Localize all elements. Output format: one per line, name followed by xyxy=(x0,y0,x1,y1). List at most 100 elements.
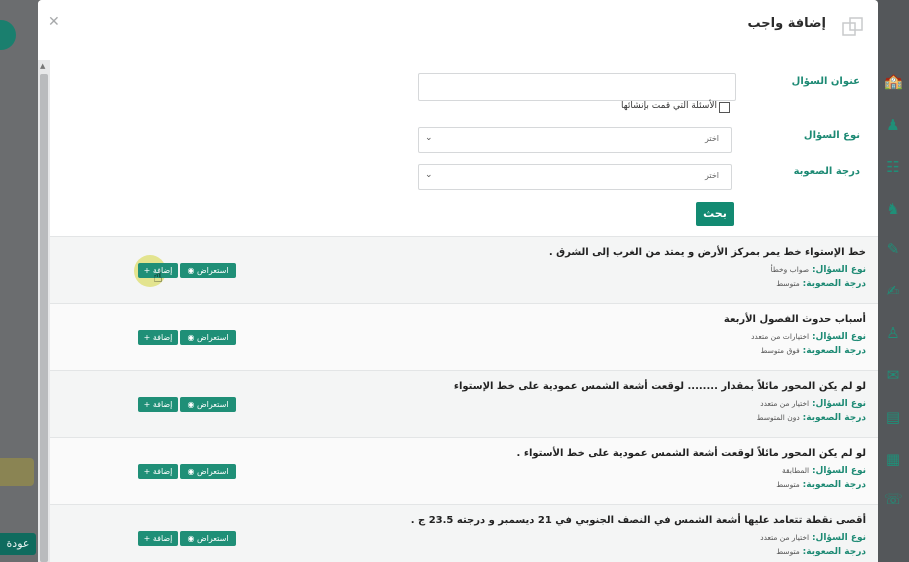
view-button-label: استعراض xyxy=(197,534,229,543)
copy-icon xyxy=(842,17,863,36)
eye-icon: ◉ xyxy=(187,266,195,275)
add-button[interactable]: + إضافة xyxy=(138,397,178,412)
scroll-up-icon[interactable]: ▲ xyxy=(40,62,45,70)
plus-icon: + xyxy=(143,467,151,476)
question-text: أسباب حدوث الفصول الأربعة xyxy=(723,314,866,325)
add-button[interactable]: + إضافة xyxy=(138,464,178,479)
meta-difficulty-key: درجة الصعوبة: xyxy=(802,547,866,557)
add-button-label: إضافة xyxy=(152,534,173,543)
view-button-label: استعراض xyxy=(197,467,229,476)
question-type-meta: نوع السؤال: اختيار من متعدد xyxy=(760,399,866,409)
view-button-label: استعراض xyxy=(197,333,229,342)
meta-difficulty-key: درجة الصعوبة: xyxy=(802,346,866,356)
meta-type-value: اختيار من متعدد xyxy=(760,533,810,542)
meta-type-key: نوع السؤال: xyxy=(811,466,866,476)
question-type-meta: نوع السؤال: اختيار من متعدد xyxy=(760,533,866,543)
cursor-icon: ☝ xyxy=(153,267,163,286)
modal-header: ✕ إضافة واجب xyxy=(38,0,878,61)
background-left-panel xyxy=(0,0,40,562)
meta-difficulty-value: فوق متوسط xyxy=(760,346,800,355)
chat-icon[interactable]: ✉ xyxy=(884,366,902,384)
modal-title: إضافة واجب xyxy=(747,16,827,31)
question-difficulty-meta: درجة الصعوبة: دون المتوسط xyxy=(757,413,866,423)
scrollbar[interactable]: ▲ xyxy=(38,60,50,562)
my-questions-checkbox-label: الأسئلة التي قمت بإنشائها xyxy=(621,101,717,111)
close-icon[interactable]: ✕ xyxy=(48,14,60,30)
question-type-meta: نوع السؤال: اختيارات من متعدد xyxy=(751,332,866,342)
my-questions-filter[interactable]: الأسئلة التي قمت بإنشائها xyxy=(618,101,730,115)
plus-icon: + xyxy=(143,333,151,342)
edit-note-icon[interactable]: ✍ xyxy=(884,282,902,300)
question-type-label: نوع السؤال xyxy=(803,130,860,141)
calendar-icon[interactable]: ▦ xyxy=(884,450,902,468)
meta-difficulty-value: متوسط xyxy=(776,279,800,288)
view-button[interactable]: ◉ استعراض xyxy=(180,397,236,412)
scroll-thumb[interactable] xyxy=(40,74,48,562)
plus-icon: + xyxy=(143,400,151,409)
add-button[interactable]: + إضافة xyxy=(138,531,178,546)
question-difficulty-meta: درجة الصعوبة: متوسط xyxy=(776,480,866,490)
eye-icon: ◉ xyxy=(187,400,195,409)
meta-type-value: اختيارات من متعدد xyxy=(751,332,810,341)
question-type-value: اختر xyxy=(705,134,719,143)
chevron-down-icon: ⌄ xyxy=(425,133,433,143)
question-title-label: عنوان السؤال xyxy=(791,76,860,87)
view-button[interactable]: ◉ استعراض xyxy=(180,464,236,479)
background-avatar xyxy=(0,20,16,50)
meta-type-key: نوع السؤال: xyxy=(811,265,866,275)
add-button-label: إضافة xyxy=(152,333,173,342)
bar-chart-icon[interactable]: ▤ xyxy=(884,408,902,426)
eye-icon: ◉ xyxy=(187,534,195,543)
add-button-label: إضافة xyxy=(152,467,173,476)
difficulty-select[interactable]: اختر ⌄ xyxy=(418,164,732,190)
meta-difficulty-value: متوسط xyxy=(776,480,800,489)
question-text: خط الإستواء خط يمر بمركز الأرض و يمتد من… xyxy=(548,247,866,258)
school-icon[interactable]: 🏫 xyxy=(884,72,903,90)
back-button[interactable]: عودة xyxy=(0,533,36,555)
meta-type-value: اختيار من متعدد xyxy=(760,399,810,408)
meta-type-key: نوع السؤال: xyxy=(811,533,866,543)
meta-difficulty-key: درجة الصعوبة: xyxy=(802,413,866,423)
question-row: أسباب حدوث الفصول الأربعة نوع السؤال: اخ… xyxy=(50,303,878,370)
question-text: لو لم يكن المحور مائلاً لوقعت أشعة الشمس… xyxy=(516,448,866,459)
question-difficulty-meta: درجة الصعوبة: متوسط xyxy=(776,279,866,289)
meta-difficulty-value: متوسط xyxy=(776,547,800,556)
difficulty-value: اختر xyxy=(705,171,719,180)
headset-icon[interactable]: ☏ xyxy=(884,490,903,508)
my-questions-checkbox[interactable] xyxy=(719,102,730,113)
plus-icon: + xyxy=(143,534,151,543)
question-difficulty-meta: درجة الصعوبة: فوق متوسط xyxy=(761,346,866,356)
eye-icon: ◉ xyxy=(187,333,195,342)
question-row: أقصى نقطة تتعامد عليها أشعة الشمس في الن… xyxy=(50,504,878,562)
add-assignment-modal: ✕ إضافة واجب ▲ عنوان السؤال الأسئلة التي… xyxy=(38,0,878,562)
add-button-label: إضافة xyxy=(152,400,173,409)
teacher-icon[interactable]: ♟ xyxy=(884,116,902,134)
view-button-label: استعراض xyxy=(197,400,229,409)
view-button[interactable]: ◉ استعراض xyxy=(180,263,236,278)
question-type-meta: نوع السؤال: المطابقة xyxy=(782,466,866,476)
question-row: لو لم يكن المحور مائلاً بمقدار ........ … xyxy=(50,370,878,437)
chess-knight-icon[interactable]: ♞ xyxy=(884,200,902,218)
meta-type-value: صواب وخطأ xyxy=(770,265,810,274)
chevron-down-icon: ⌄ xyxy=(425,170,433,180)
family-icon[interactable]: ♙ xyxy=(884,324,902,342)
meta-difficulty-key: درجة الصعوبة: xyxy=(802,279,866,289)
search-form: عنوان السؤال الأسئلة التي قمت بإنشائها ن… xyxy=(50,60,878,236)
question-type-meta: نوع السؤال: صواب وخطأ xyxy=(771,265,866,275)
question-title-input[interactable] xyxy=(418,73,736,101)
question-difficulty-meta: درجة الصعوبة: متوسط xyxy=(776,547,866,557)
question-type-select[interactable]: اختر ⌄ xyxy=(418,127,732,153)
background-badge xyxy=(0,458,34,486)
difficulty-label: درجة الصعوبة xyxy=(793,166,860,177)
calendar-settings-icon[interactable]: ☷ xyxy=(884,158,902,176)
add-button[interactable]: + إضافة xyxy=(138,330,178,345)
edit-icon[interactable]: ✎ xyxy=(884,240,902,258)
view-button[interactable]: ◉ استعراض xyxy=(180,330,236,345)
view-button-label: استعراض xyxy=(197,266,229,275)
search-button[interactable]: بحث xyxy=(696,202,734,226)
meta-difficulty-value: دون المتوسط xyxy=(756,413,800,422)
eye-icon: ◉ xyxy=(187,467,195,476)
meta-difficulty-key: درجة الصعوبة: xyxy=(802,480,866,490)
view-button[interactable]: ◉ استعراض xyxy=(180,531,236,546)
question-row: لو لم يكن المحور مائلاً لوقعت أشعة الشمس… xyxy=(50,437,878,504)
